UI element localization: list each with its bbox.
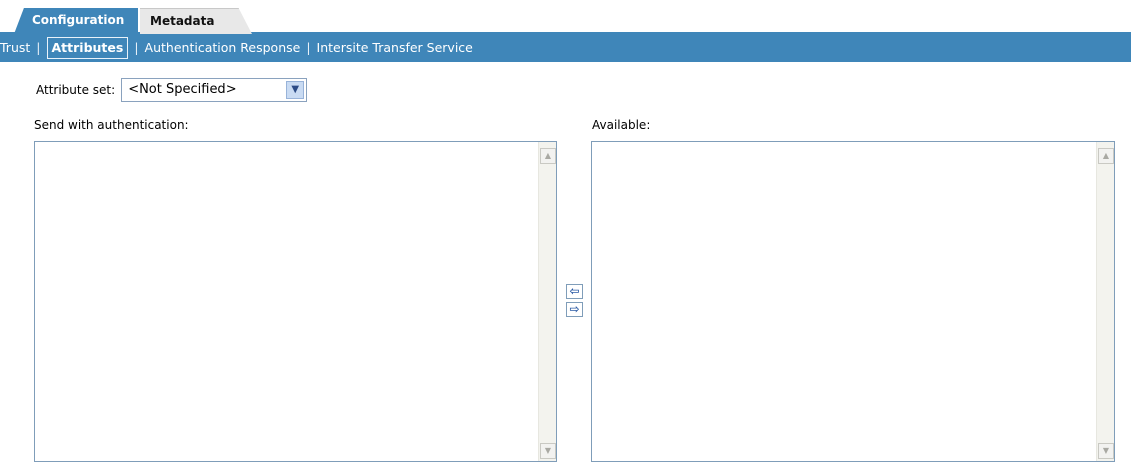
available-list-scrollbar[interactable]: ▲ ▼ [1096, 142, 1114, 461]
tab-configuration-label: Configuration [32, 13, 125, 27]
move-left-button[interactable]: ⇦ [566, 284, 583, 299]
attribute-set-value: <Not Specified> [128, 82, 237, 97]
tab-metadata-label: Metadata [150, 14, 215, 28]
subnav-trust[interactable]: Trust [0, 40, 30, 55]
arrow-right-icon: ⇨ [569, 302, 580, 316]
attribute-set-row: Attribute set: <Not Specified> ▼ [36, 78, 308, 102]
sub-navigation: Trust | Attributes | Authentication Response… [0, 34, 1131, 62]
available-label: Available: [592, 118, 651, 132]
available-list[interactable]: ▲ ▼ [591, 141, 1115, 462]
scroll-down-icon[interactable]: ▼ [1098, 443, 1114, 459]
scroll-up-icon[interactable]: ▲ [540, 148, 556, 164]
tab-configuration[interactable]: Configuration [14, 8, 138, 34]
subnav-separator: | [36, 40, 41, 55]
scroll-up-icon[interactable]: ▲ [1098, 148, 1114, 164]
tab-metadata[interactable]: Metadata [140, 8, 252, 34]
send-list-scrollbar[interactable]: ▲ ▼ [538, 142, 556, 461]
subnav-attributes[interactable]: Attributes [46, 37, 129, 59]
tab-bar: Configuration Metadata [0, 0, 1131, 34]
move-right-button[interactable]: ⇨ [566, 302, 583, 317]
subnav-intersite-transfer-service[interactable]: Intersite Transfer Service [317, 40, 473, 55]
chevron-down-icon[interactable]: ▼ [286, 81, 305, 99]
send-with-authentication-label: Send with authentication: [34, 118, 189, 132]
subnav-separator: | [306, 40, 311, 55]
attribute-set-label: Attribute set: [36, 83, 116, 97]
arrow-left-icon: ⇦ [569, 284, 580, 298]
scroll-down-icon[interactable]: ▼ [540, 443, 556, 459]
subnav-separator: | [134, 40, 139, 55]
send-with-authentication-list[interactable]: ▲ ▼ [34, 141, 557, 462]
attribute-set-select[interactable]: <Not Specified> ▼ [121, 78, 308, 102]
subnav-authentication-response[interactable]: Authentication Response [145, 40, 301, 55]
